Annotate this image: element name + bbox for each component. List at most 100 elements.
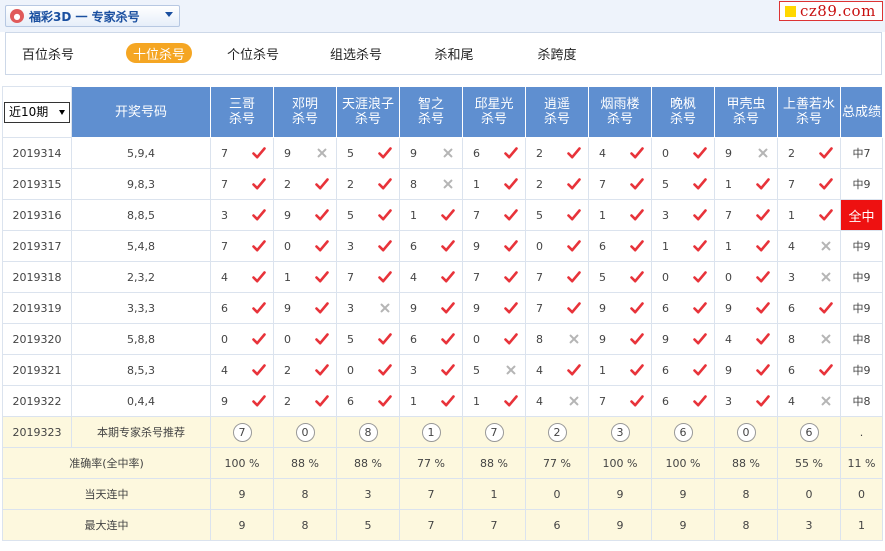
kill-number: 7 xyxy=(221,239,228,253)
expert-name: 智之 xyxy=(417,97,444,112)
total-cell: . xyxy=(840,416,883,448)
check-icon xyxy=(441,363,455,377)
check-icon xyxy=(504,332,518,346)
recommend-row: 2019323 本期专家杀号推荐 7 0 8 1 7 2 3 6 0 6. xyxy=(2,416,883,448)
check-icon xyxy=(756,177,770,191)
stat-value: 9 xyxy=(651,509,715,541)
recommend-pick: 0 xyxy=(295,422,315,442)
col-header-expert: 邱星光 杀号 xyxy=(462,86,526,138)
kill-cell: 0 xyxy=(210,323,274,355)
tab-sum-tail[interactable]: 杀和尾 xyxy=(430,43,478,63)
expert-name: 邓明 xyxy=(291,97,318,112)
stat-value: 100 % xyxy=(651,447,715,479)
kill-number: 1 xyxy=(284,270,291,284)
kill-number: 3 xyxy=(347,239,354,253)
draw-number-cell: 5,4,8 xyxy=(71,230,211,262)
check-icon xyxy=(630,363,644,377)
kill-number: 6 xyxy=(662,301,669,315)
check-icon xyxy=(252,146,266,160)
kill-cell: 7 xyxy=(588,385,652,417)
cross-icon xyxy=(441,177,455,191)
check-icon xyxy=(441,239,455,253)
recommend-cell: 7 xyxy=(210,416,274,448)
kill-number: 0 xyxy=(536,239,543,253)
kill-number: 7 xyxy=(599,394,606,408)
check-icon xyxy=(252,394,266,408)
expert-sub: 杀号 xyxy=(354,112,381,127)
check-icon xyxy=(693,332,707,346)
brand-logo[interactable]: cz89.com xyxy=(779,1,883,21)
kill-cell: 7 xyxy=(777,168,841,200)
kill-number: 6 xyxy=(788,363,795,377)
check-icon xyxy=(315,363,329,377)
cross-icon xyxy=(756,146,770,160)
check-icon xyxy=(567,146,581,160)
period-select[interactable]: 近10期 xyxy=(4,101,70,123)
col-header-expert: 智之 杀号 xyxy=(399,86,463,138)
issue-cell: 2019320 xyxy=(2,323,72,355)
kill-number: 6 xyxy=(662,394,669,408)
kill-cell: 4 xyxy=(525,354,589,386)
tab-units[interactable]: 个位杀号 xyxy=(223,43,283,63)
kill-number: 1 xyxy=(410,394,417,408)
kill-cell: 4 xyxy=(588,137,652,169)
kill-cell: 7 xyxy=(336,261,400,293)
tab-hundreds[interactable]: 百位杀号 xyxy=(18,43,78,63)
check-icon xyxy=(630,239,644,253)
page-title: 福彩3D 一 专家杀号 xyxy=(29,9,140,24)
kill-cell: 4 xyxy=(525,385,589,417)
kill-cell: 0 xyxy=(714,261,778,293)
kill-cell: 5 xyxy=(336,199,400,231)
kill-number: 5 xyxy=(599,270,606,284)
check-icon xyxy=(756,239,770,253)
tab-tens[interactable]: 十位杀号 xyxy=(126,43,192,63)
draw-number-cell: 8,8,5 xyxy=(71,199,211,231)
stat-value: 8 xyxy=(273,509,337,541)
stat-value: 8 xyxy=(714,478,778,510)
check-icon xyxy=(441,208,455,222)
col-header-total: 总成绩 xyxy=(840,86,883,138)
kill-number: 4 xyxy=(725,332,732,346)
kill-number: 9 xyxy=(725,363,732,377)
expert-sub: 杀号 xyxy=(291,112,318,127)
top-bar: ● 福彩3D 一 专家杀号 cz89.com xyxy=(0,0,885,32)
tab-group[interactable]: 组选杀号 xyxy=(326,43,386,63)
check-icon xyxy=(693,301,707,315)
expert-name: 甲壳虫 xyxy=(726,97,766,112)
kill-cell: 0 xyxy=(273,323,337,355)
kill-number: 8 xyxy=(536,332,543,346)
check-icon xyxy=(441,332,455,346)
kill-cell: 3 xyxy=(714,385,778,417)
check-icon xyxy=(378,146,392,160)
check-icon xyxy=(756,301,770,315)
stat-value: 5 xyxy=(336,509,400,541)
check-icon xyxy=(567,270,581,284)
check-icon xyxy=(315,270,329,284)
kill-cell: 0 xyxy=(651,261,715,293)
kill-number: 6 xyxy=(410,239,417,253)
kill-number: 6 xyxy=(347,394,354,408)
stat-value: 0 xyxy=(525,478,589,510)
table-row: 2019318 2,3,2 4 1 7 4 7 7 5 0 0 3 中9 xyxy=(2,261,883,293)
check-icon xyxy=(378,363,392,377)
draw-number-cell: 5,8,8 xyxy=(71,323,211,355)
stat-value: 88 % xyxy=(336,447,400,479)
kill-number: 7 xyxy=(221,146,228,160)
kill-number: 6 xyxy=(599,239,606,253)
lottery-type-dropdown[interactable]: ● 福彩3D 一 专家杀号 xyxy=(5,5,180,27)
issue-cell: 2019323 xyxy=(2,416,72,448)
issue-cell: 2019315 xyxy=(2,168,72,200)
cross-icon xyxy=(819,239,833,253)
total-cell: 全中 xyxy=(840,199,883,231)
kill-number: 7 xyxy=(536,270,543,284)
kill-cell: 8 xyxy=(525,323,589,355)
kill-cell: 7 xyxy=(525,292,589,324)
col-header-expert: 甲壳虫 杀号 xyxy=(714,86,778,138)
kill-cell: 9 xyxy=(651,323,715,355)
issue-cell: 2019314 xyxy=(2,137,72,169)
kill-cell: 1 xyxy=(777,199,841,231)
issue-cell: 2019319 xyxy=(2,292,72,324)
recommend-pick: 6 xyxy=(799,422,819,442)
kill-cell: 8 xyxy=(399,168,463,200)
tab-span[interactable]: 杀跨度 xyxy=(533,43,581,63)
